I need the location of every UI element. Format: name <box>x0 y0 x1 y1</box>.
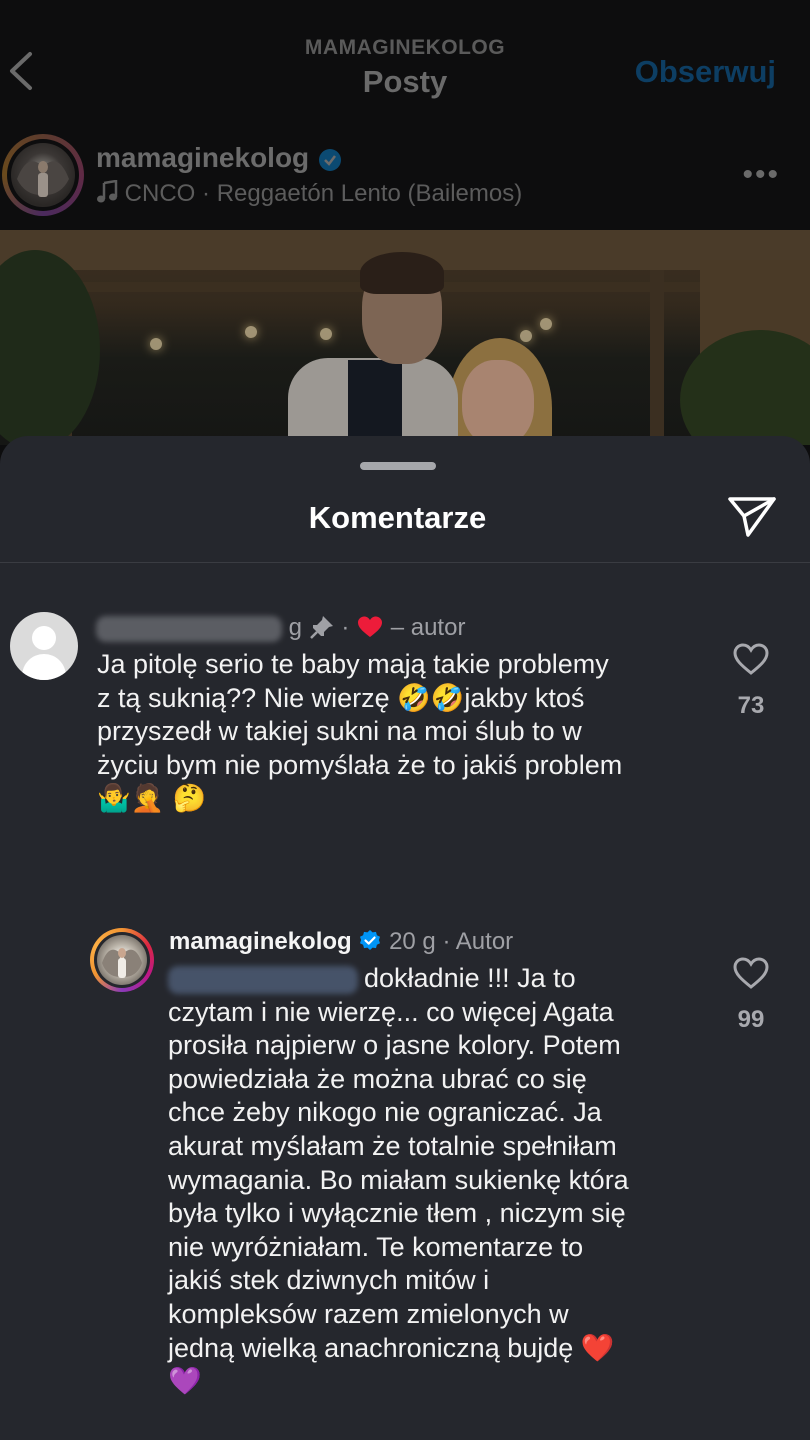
comment-text: dokładnie !!! Ja to czytam i nie wierzę.… <box>168 963 629 1398</box>
comment-time: g <box>288 614 303 641</box>
post-header: mamaginekolog CNCO · Reggaetón Lento (Ba… <box>0 128 810 224</box>
more-horizontal-icon[interactable]: ••• <box>742 158 780 192</box>
verified-badge-icon <box>360 930 381 950</box>
follow-button[interactable]: Obserwuj <box>635 54 776 90</box>
blurred-username[interactable] <box>96 615 282 642</box>
heart-outline-icon[interactable] <box>732 642 770 676</box>
avatar[interactable] <box>90 928 154 992</box>
post-photo[interactable] <box>0 230 810 445</box>
drag-handle[interactable] <box>360 462 436 470</box>
instagram-comments-screen: MAMAGINEKOLOG Posty Obserwuj mamaginekol… <box>0 0 810 1440</box>
like-count: 99 <box>737 1006 765 1033</box>
top-bar: MAMAGINEKOLOG Posty Obserwuj <box>0 0 810 120</box>
author-tag: · Autor <box>442 928 514 955</box>
heart-outline-icon[interactable] <box>732 956 770 990</box>
comment-text: Ja pitolę serio te baby mają takie probl… <box>97 649 623 815</box>
post-author-username[interactable]: mamaginekolog <box>96 142 343 174</box>
comment-meta: mamaginekolog 20 g · Autor <box>169 928 513 956</box>
avatar[interactable] <box>10 612 78 680</box>
author-liked-tag: – autor <box>390 614 466 641</box>
pin-icon <box>309 616 333 639</box>
post-background: MAMAGINEKOLOG Posty Obserwuj mamaginekol… <box>0 0 810 460</box>
blurred-mention[interactable] <box>168 965 358 994</box>
sheet-title: Komentarze <box>308 500 487 535</box>
comment-item: g · – autor Ja pitolę serio te baby mają… <box>0 604 810 864</box>
music-note-icon <box>97 179 118 203</box>
verified-badge-icon <box>318 148 341 171</box>
comment-time: 20 g <box>389 928 436 955</box>
reply-username[interactable]: mamaginekolog <box>169 928 352 955</box>
like-count: 73 <box>737 692 765 719</box>
comments-sheet: Komentarze g · – autor Ja pitolę serio t… <box>0 436 810 1440</box>
sheet-divider <box>0 562 810 563</box>
post-music-info[interactable]: CNCO · Reggaetón Lento (Bailemos) <box>96 179 522 208</box>
comment-meta: g · – autor <box>96 614 465 642</box>
heart-filled-icon <box>358 616 383 637</box>
post-author-avatar[interactable] <box>2 134 84 216</box>
paper-plane-icon[interactable] <box>726 494 778 540</box>
comment-reply-item: mamaginekolog 20 g · Autor dokładnie !!!… <box>0 918 810 1418</box>
